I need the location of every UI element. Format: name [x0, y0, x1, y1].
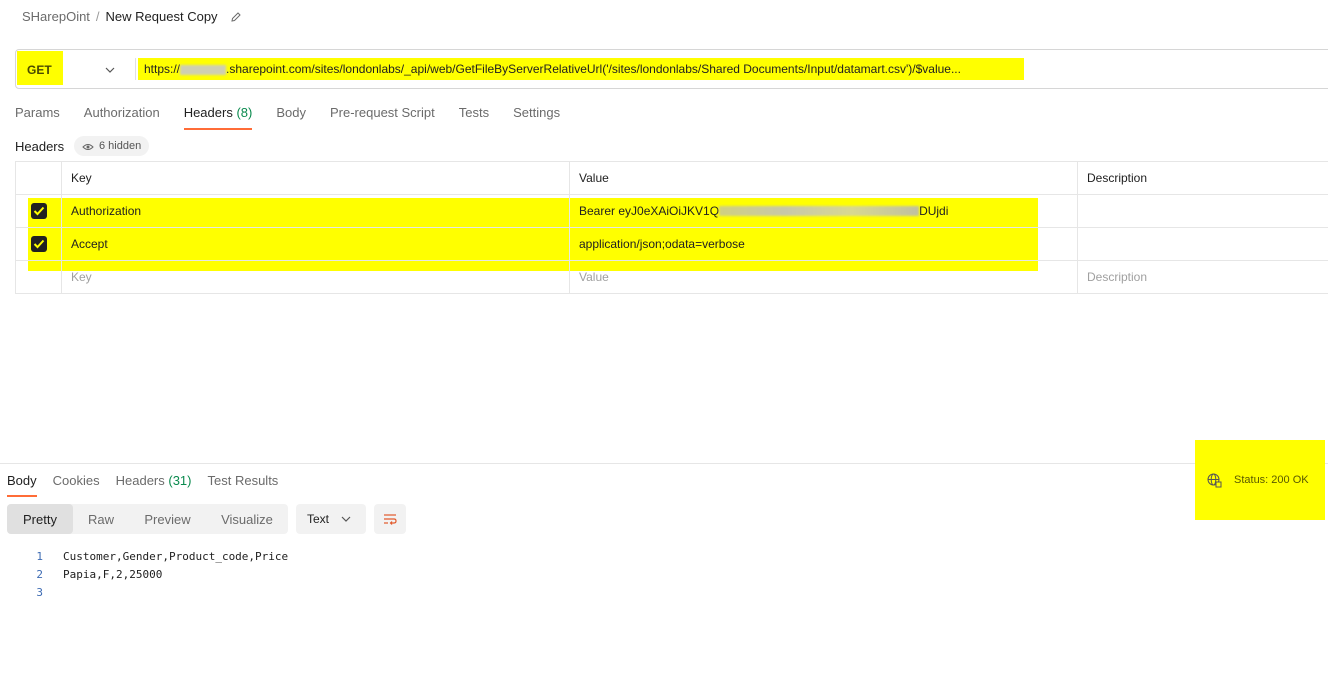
header-key-cell[interactable]: Accept — [61, 228, 569, 260]
new-key-input[interactable]: Key — [61, 261, 569, 293]
header-enabled-checkbox[interactable] — [30, 203, 47, 219]
tab-body[interactable]: Body — [276, 105, 306, 130]
response-tabs: Body Cookies Headers (31) Test Results — [7, 473, 294, 497]
hidden-headers-toggle[interactable]: 6 hidden — [74, 136, 150, 156]
header-description-cell[interactable] — [1077, 195, 1328, 227]
tab-response-headers[interactable]: Headers (31) — [116, 473, 192, 497]
response-body-editor[interactable]: 1 Customer,Gender,Product_code,Price 2 Pap… — [0, 547, 288, 601]
tab-tests[interactable]: Tests — [459, 105, 489, 130]
method-select[interactable]: GET — [27, 63, 52, 77]
column-header-value: Value — [569, 162, 1077, 194]
new-description-input[interactable]: Description — [1077, 261, 1328, 293]
breadcrumb-collection[interactable]: SHarepOint — [22, 9, 90, 24]
url-divider — [135, 58, 136, 80]
view-raw-button[interactable]: Raw — [73, 504, 129, 534]
wrap-lines-icon — [384, 514, 397, 525]
status-badge[interactable]: Status: 200 OK — [1234, 474, 1309, 486]
eye-icon — [82, 142, 94, 150]
tab-authorization[interactable]: Authorization — [84, 105, 160, 130]
code-text: Customer,Gender,Product_code,Price — [63, 549, 289, 563]
checkbox-column-header — [15, 162, 61, 194]
column-header-key: Key — [61, 162, 569, 194]
view-preview-button[interactable]: Preview — [129, 504, 206, 534]
tab-settings[interactable]: Settings — [513, 105, 560, 130]
tab-params[interactable]: Params — [15, 105, 60, 130]
tab-test-results[interactable]: Test Results — [208, 473, 279, 497]
headers-section-title: Headers — [15, 139, 65, 154]
redacted-token — [719, 206, 920, 216]
breadcrumb: SHarepOint / New Request Copy — [22, 9, 242, 24]
code-text: Papia,F,2,25000 — [63, 567, 163, 581]
url-input[interactable]: https:// .sharepoint.com/sites/londonlabs… — [144, 62, 961, 76]
tab-response-cookies[interactable]: Cookies — [53, 473, 100, 497]
headers-table: Key Value Description Authorization Bear… — [15, 161, 1328, 294]
request-tabs: Params Authorization Headers (8) Body Pr… — [15, 105, 584, 130]
line-number: 3 — [36, 585, 43, 599]
redacted-tenant — [180, 64, 227, 75]
tab-pre-request-script[interactable]: Pre-request Script — [330, 105, 435, 130]
table-row: Authorization Bearer eyJ0eXAiOiJKV1Q DUjd… — [15, 195, 1328, 228]
header-key-cell[interactable]: Authorization — [61, 195, 569, 227]
table-row: Accept application/json;odata=verbose — [15, 228, 1328, 261]
header-description-cell[interactable] — [1077, 228, 1328, 260]
pencil-icon[interactable] — [230, 11, 242, 23]
header-value-cell[interactable]: Bearer eyJ0eXAiOiJKV1Q DUjdi — [569, 195, 1077, 227]
header-value-cell[interactable]: application/json;odata=verbose — [569, 228, 1077, 260]
new-value-input[interactable]: Value — [569, 261, 1077, 293]
tab-headers[interactable]: Headers (8) — [183, 105, 253, 130]
header-enabled-checkbox[interactable] — [30, 236, 47, 252]
line-number: 1 — [36, 549, 43, 563]
code-line: 2 Papia,F,2,25000 — [0, 565, 288, 583]
view-pretty-button[interactable]: Pretty — [7, 504, 73, 534]
wrap-lines-button[interactable] — [374, 504, 406, 534]
column-header-description: Description — [1077, 162, 1328, 194]
code-line: 3 — [0, 583, 288, 601]
format-select[interactable]: Text — [296, 504, 366, 534]
url-bar: GET https:// .sharepoint.com/sites/london… — [15, 49, 1328, 89]
table-header-row: Key Value Description — [15, 162, 1328, 195]
url-rest: .sharepoint.com/sites/londonlabs/_api/we… — [226, 62, 961, 76]
response-headers-count: (31) — [168, 473, 192, 488]
request-name[interactable]: New Request Copy — [106, 9, 218, 24]
view-mode-group: Pretty Raw Preview Visualize — [7, 504, 288, 534]
code-line: 1 Customer,Gender,Product_code,Price — [0, 547, 288, 565]
headers-count: (8) — [236, 105, 253, 120]
hidden-count: 6 hidden — [99, 140, 142, 152]
chevron-down-icon[interactable] — [104, 63, 116, 73]
breadcrumb-separator: / — [95, 9, 100, 24]
response-divider[interactable] — [0, 463, 1328, 464]
line-number: 2 — [36, 567, 43, 581]
globe-lock-icon[interactable] — [1207, 473, 1222, 488]
view-visualize-button[interactable]: Visualize — [206, 504, 288, 534]
tab-response-body[interactable]: Body — [7, 473, 37, 497]
url-prefix: https:// — [144, 62, 181, 76]
table-row-new: Key Value Description — [15, 261, 1328, 294]
chevron-down-icon — [341, 516, 351, 522]
